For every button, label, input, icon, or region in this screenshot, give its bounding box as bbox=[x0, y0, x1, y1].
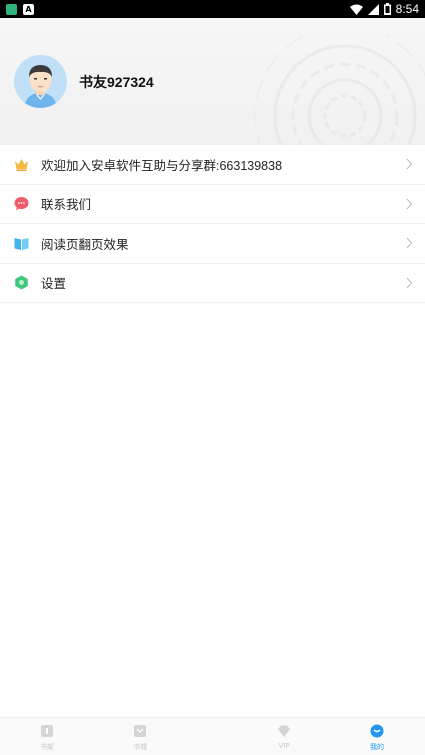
menu-item-contact-us[interactable]: 联系我们 bbox=[0, 184, 425, 224]
diamond-icon bbox=[278, 725, 290, 737]
menu-item-settings[interactable]: 设置 bbox=[0, 263, 425, 303]
bookstore-icon bbox=[134, 725, 146, 737]
status-right-icons: 8:54 bbox=[349, 2, 419, 16]
chevron-right-icon bbox=[406, 198, 413, 210]
menu-item-page-turn-effect[interactable]: 阅读页翻页效果 bbox=[0, 224, 425, 264]
app-notification-icon bbox=[6, 3, 17, 15]
crown-icon bbox=[15, 158, 28, 171]
tab-label: 我的 bbox=[370, 743, 384, 751]
menu-item-label: 联系我们 bbox=[41, 198, 92, 213]
status-left-icons: A bbox=[6, 3, 34, 15]
profile-icon bbox=[370, 724, 384, 738]
tab-vip[interactable]: VIP bbox=[264, 724, 304, 750]
signal-icon bbox=[367, 3, 379, 15]
tab-label: 书城 bbox=[133, 743, 147, 751]
background-decoration bbox=[254, 36, 425, 145]
username: 书友927324 bbox=[79, 74, 154, 90]
menu-item-label: 设置 bbox=[41, 277, 67, 292]
battery-icon bbox=[383, 3, 391, 15]
status-bar: A 8:54 bbox=[0, 0, 425, 18]
menu-item-join-group[interactable]: 欢迎加入安卓软件互助与分享群:663139838 bbox=[0, 145, 425, 185]
menu-item-label: 欢迎加入安卓软件互助与分享群:663139838 bbox=[41, 158, 283, 173]
menu-list: 欢迎加入安卓软件互助与分享群:663139838 联系我们 阅读页翻页效果 设置 bbox=[0, 145, 425, 303]
a-notification-icon: A bbox=[23, 3, 34, 15]
wifi-icon bbox=[349, 4, 363, 15]
avatar-icon bbox=[14, 55, 67, 108]
settings-hex-icon bbox=[15, 275, 28, 290]
profile-header: 书友927324 bbox=[0, 18, 425, 145]
menu-item-label: 阅读页翻页效果 bbox=[41, 237, 129, 252]
bottom-tab-bar: 书架 书城 VIP 我的 bbox=[0, 717, 425, 755]
tab-label: VIP bbox=[278, 742, 290, 750]
book-icon bbox=[14, 237, 29, 250]
chevron-right-icon bbox=[406, 237, 413, 249]
chevron-right-icon bbox=[406, 158, 413, 170]
tab-bookshelf[interactable]: 书架 bbox=[27, 724, 67, 752]
status-time: 8:54 bbox=[395, 2, 419, 16]
avatar[interactable] bbox=[14, 55, 67, 108]
bookshelf-icon bbox=[41, 725, 53, 737]
tab-mine[interactable]: 我的 bbox=[357, 724, 397, 752]
chat-bubble-icon bbox=[14, 197, 29, 211]
tab-bookstore[interactable]: 书城 bbox=[120, 724, 160, 752]
chevron-right-icon bbox=[406, 277, 413, 289]
tab-label: 书架 bbox=[40, 743, 54, 751]
